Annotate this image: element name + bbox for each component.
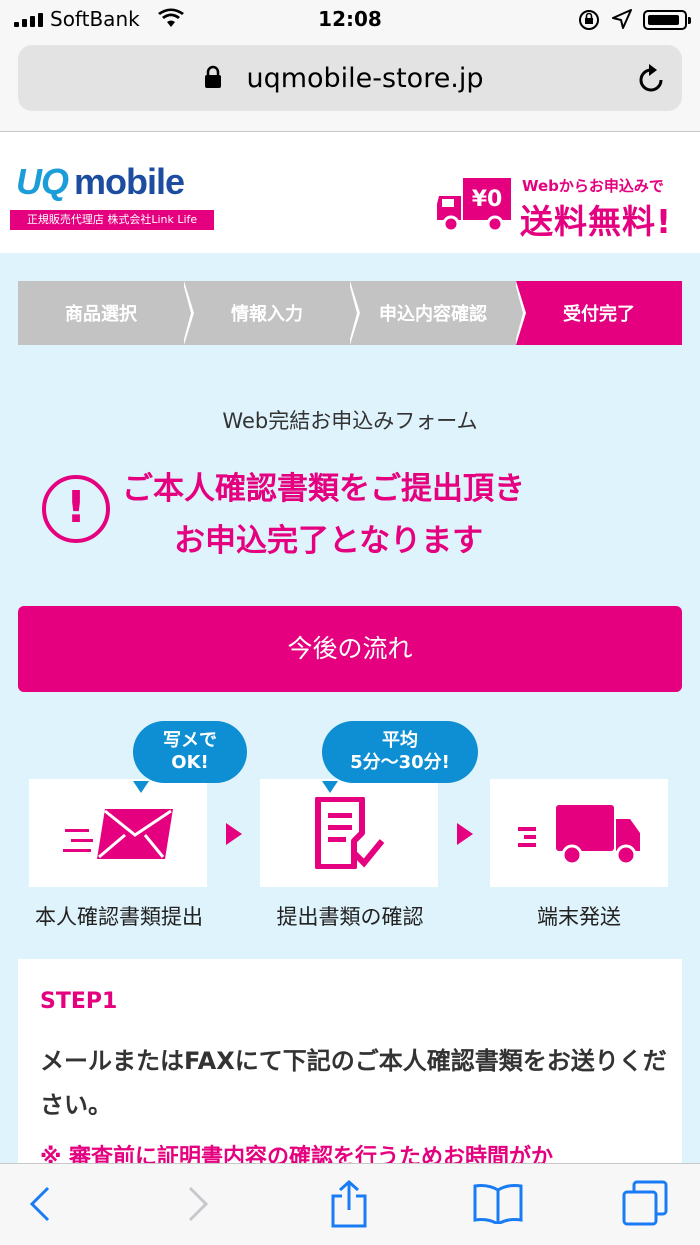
uq-mobile-logo[interactable]: UQ mobile xyxy=(16,161,185,203)
alert-message-line2: お申込完了となります xyxy=(174,523,484,559)
back-icon[interactable] xyxy=(28,1186,52,1222)
bubble-average-time: 平均 5分〜30分! xyxy=(322,721,478,793)
status-bar: SoftBank 12:08 xyxy=(0,0,700,40)
bubble-text: 写メで xyxy=(163,730,217,751)
step-label: 申込内容確認 xyxy=(379,304,487,325)
battery-icon xyxy=(643,10,691,30)
flow-card-ship xyxy=(490,779,668,887)
delivery-truck-icon xyxy=(518,805,640,866)
tabs-icon[interactable] xyxy=(622,1180,668,1226)
alert-message-line1: ご本人確認書類をご提出頂き xyxy=(122,471,525,507)
flow-card-submit xyxy=(29,779,207,887)
mail-icon xyxy=(63,809,173,859)
flow-arrow-icon xyxy=(226,823,242,845)
flow-label-ship: 端末発送 xyxy=(537,905,621,929)
step-confirm: 申込内容確認 xyxy=(350,281,526,345)
step1-text: メールまたはFAXにて下記のご本人確認書類をお送りください。 xyxy=(40,1047,667,1119)
promo-free-shipping: 送料無料! xyxy=(520,202,673,241)
flow-arrow-icon xyxy=(457,823,473,845)
dealer-label: 正規販売代理店 株式会社Link Life xyxy=(10,210,214,230)
flow-card-check xyxy=(260,779,438,887)
forward-icon[interactable] xyxy=(186,1186,210,1222)
step-label: 受付完了 xyxy=(563,304,635,325)
step-product-select: 商品選択 xyxy=(18,281,194,345)
browser-address-area: uqmobile-store.jp xyxy=(0,40,700,132)
form-title: Web完結お申込みフォーム xyxy=(222,409,478,433)
promo-small-text: Webからお申込みで xyxy=(522,177,664,195)
exclamation-icon: ! xyxy=(42,475,110,543)
step-label: 商品選択 xyxy=(65,304,137,325)
browser-toolbar xyxy=(0,1163,700,1245)
share-icon[interactable] xyxy=(330,1180,368,1228)
reload-icon[interactable] xyxy=(636,63,666,95)
future-flow-button[interactable]: 今後の流れ xyxy=(18,606,682,692)
location-icon xyxy=(612,9,632,29)
bookmarks-icon[interactable] xyxy=(472,1184,524,1224)
promo-badge: ¥0 xyxy=(472,187,503,212)
step-label: 情報入力 xyxy=(231,304,303,325)
step1-note: ※ 審査前に証明書内容の確認を行うためお時間がか xyxy=(40,1145,554,1163)
logo-mobile: mobile xyxy=(74,161,185,202)
document-check-icon xyxy=(315,797,384,869)
step-info-input: 情報入力 xyxy=(184,281,360,345)
bubble-text: 平均 xyxy=(382,730,418,751)
truck-icon: ¥0 xyxy=(437,178,511,233)
main-content: 商品選択 情報入力 申込内容確認 受付完了 Web完結お申込みフォーム ! ご本… xyxy=(0,253,700,1163)
bubble-text: 5分〜30分! xyxy=(350,752,450,773)
bubble-photo-ok: 写メで OK! xyxy=(133,721,247,793)
address-bar[interactable]: uqmobile-store.jp xyxy=(18,45,682,111)
step-complete: 受付完了 xyxy=(516,281,682,345)
site-header: UQ mobile 正規販売代理店 株式会社Link Life ¥0 Webからお… xyxy=(0,133,700,253)
flow-label-submit: 本人確認書類提出 xyxy=(35,905,203,929)
progress-steps: 商品選択 情報入力 申込内容確認 受付完了 xyxy=(18,281,682,345)
flow-label-check: 提出書類の確認 xyxy=(276,905,424,929)
step1-card: STEP1 メールまたはFAXにて下記のご本人確認書類をお送りください。 ※ 審… xyxy=(18,959,682,1163)
bubble-text: OK! xyxy=(171,752,209,773)
step1-heading: STEP1 xyxy=(40,989,118,1014)
rotation-lock-icon xyxy=(579,10,599,30)
url-text: uqmobile-store.jp xyxy=(246,63,484,94)
logo-uq: UQ xyxy=(16,161,69,202)
